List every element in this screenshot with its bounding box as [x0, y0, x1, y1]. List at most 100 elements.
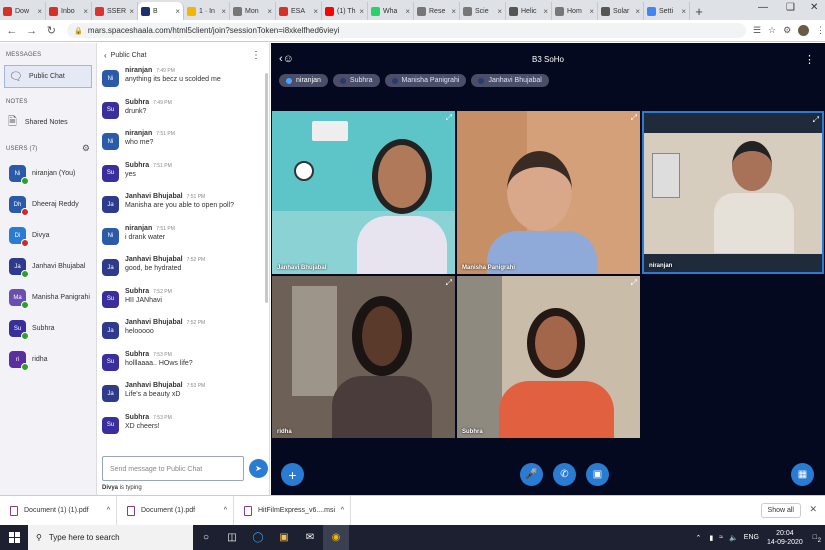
download-item[interactable]: Document (1) (1).pdf ^	[0, 495, 117, 526]
profile-avatar[interactable]	[798, 25, 809, 36]
chat-input[interactable]: Send message to Public Chat	[102, 456, 244, 481]
cortana-icon[interactable]: ○	[193, 525, 219, 550]
star-icon[interactable]: ☆	[768, 25, 776, 36]
browser-tab[interactable]: (1) Th ×	[322, 2, 368, 20]
download-item[interactable]: HitFilmExpress_v6....msi ^	[234, 495, 351, 526]
language-indicator[interactable]: ENG	[744, 534, 759, 541]
chevron-left-icon[interactable]: ‹	[104, 51, 107, 60]
tab-close-icon[interactable]: ×	[587, 7, 594, 16]
url-field[interactable]: 🔒 mars.spaceshaala.com/html5client/join?…	[67, 23, 746, 38]
video-tile[interactable]: ⤢ niranjan	[642, 111, 824, 274]
close-downloads-icon[interactable]: ✕	[809, 504, 817, 515]
screen-share-button[interactable]: ▦	[791, 463, 814, 486]
video-tile[interactable]: ⤢ ridha	[272, 276, 455, 438]
tray-expand-icon[interactable]: ⌃	[695, 534, 701, 542]
mail-icon[interactable]: ✉	[297, 525, 323, 550]
mute-button[interactable]: 🎤	[520, 463, 543, 486]
volume-icon[interactable]: 🔈	[729, 534, 738, 542]
talker-chip[interactable]: Manisha Panigrahi	[384, 74, 467, 87]
download-item[interactable]: Document (1).pdf ^	[117, 495, 234, 526]
fullscreen-icon[interactable]: ⤢	[631, 278, 637, 288]
video-tile[interactable]: ⤢ Manisha Panigrahi	[457, 111, 640, 274]
user-list-item[interactable]: Ja Janhavi Bhujabal	[0, 251, 96, 282]
user-list-item[interactable]: Di Divya	[0, 220, 96, 251]
tab-close-icon[interactable]: ×	[127, 7, 134, 16]
settings-gear-icon[interactable]: ⚙	[82, 143, 90, 154]
show-all-button[interactable]: Show all	[760, 503, 801, 518]
edge-icon[interactable]: ◯	[245, 525, 271, 550]
close-window-icon[interactable]: ✕	[810, 2, 818, 13]
user-list-item[interactable]: Ni niranjan (You)	[0, 158, 96, 189]
video-tile[interactable]: ⤢ Subhra	[457, 276, 640, 438]
browser-tab[interactable]: Helic ×	[506, 2, 552, 20]
chevron-up-icon[interactable]: ^	[341, 507, 344, 514]
tab-close-icon[interactable]: ×	[219, 7, 226, 16]
tab-close-icon[interactable]: ×	[495, 7, 502, 16]
tab-close-icon[interactable]: ×	[633, 7, 640, 16]
browser-tab[interactable]: Mon ×	[230, 2, 276, 20]
fullscreen-icon[interactable]: ⤢	[813, 115, 819, 125]
extension-icon[interactable]: ⚙	[783, 25, 791, 36]
actions-button[interactable]: +	[281, 463, 304, 486]
shared-notes-item[interactable]: 🗎 Shared Notes	[4, 111, 92, 134]
chrome-icon[interactable]: ◉	[323, 525, 349, 550]
chat-header[interactable]: ‹ Public Chat ⋮	[98, 43, 269, 67]
fullscreen-icon[interactable]: ⤢	[446, 113, 452, 123]
fullscreen-icon[interactable]: ⤢	[631, 113, 637, 123]
back-icon[interactable]: ←	[4, 25, 20, 37]
start-button[interactable]	[0, 525, 28, 550]
user-list-item[interactable]: Su Subhra	[0, 313, 96, 344]
minimize-icon[interactable]: —	[758, 2, 768, 13]
notification-icon[interactable]: □ 2	[813, 534, 821, 544]
user-list-item[interactable]: Ma Manisha Panigrahi	[0, 282, 96, 313]
tab-close-icon[interactable]: ×	[357, 7, 364, 16]
tab-close-icon[interactable]: ×	[265, 7, 272, 16]
tab-close-icon[interactable]: ×	[541, 7, 548, 16]
talker-chip[interactable]: niranjan	[279, 74, 328, 87]
clock[interactable]: 20:04 14-09-2020	[767, 529, 803, 547]
public-chat-item[interactable]: 🗨 Public Chat	[4, 65, 92, 88]
browser-menu-icon[interactable]: ⋮	[816, 25, 825, 36]
chevron-up-icon[interactable]: ^	[107, 507, 110, 514]
browser-tab[interactable]: Dow ×	[0, 2, 46, 20]
talker-chip[interactable]: Subhra	[332, 74, 380, 87]
tune-icon[interactable]: ☰	[753, 25, 761, 36]
leave-audio-button[interactable]: ✆	[553, 463, 576, 486]
tab-close-icon[interactable]: ×	[173, 7, 180, 16]
browser-tab[interactable]: Solar ×	[598, 2, 644, 20]
tab-close-icon[interactable]: ×	[403, 7, 410, 16]
browser-tab[interactable]: Inbo ×	[46, 2, 92, 20]
tab-close-icon[interactable]: ×	[81, 7, 88, 16]
reload-icon[interactable]: ↻	[43, 24, 59, 37]
user-list-item[interactable]: ri ridha	[0, 344, 96, 375]
chat-scrollbar[interactable]	[265, 73, 268, 303]
new-tab-button[interactable]: +	[690, 2, 708, 20]
forward-icon[interactable]: →	[24, 25, 40, 37]
options-menu-icon[interactable]: ⋮	[804, 53, 815, 66]
video-toggle-button[interactable]: ▣	[586, 463, 609, 486]
file-explorer-icon[interactable]: ▣	[271, 525, 297, 550]
tab-close-icon[interactable]: ×	[679, 7, 686, 16]
browser-tab[interactable]: Wha ×	[368, 2, 414, 20]
browser-tab[interactable]: SSER ×	[92, 2, 138, 20]
task-view-icon[interactable]: ◫	[219, 525, 245, 550]
browser-tab[interactable]: Scie ×	[460, 2, 506, 20]
browser-tab[interactable]: Rese ×	[414, 2, 460, 20]
browser-tab[interactable]: Setti ×	[644, 2, 690, 20]
browser-tab[interactable]: ESA ×	[276, 2, 322, 20]
send-button[interactable]: ➤	[249, 459, 268, 478]
tab-close-icon[interactable]: ×	[35, 7, 42, 16]
taskbar-search[interactable]: ⚲ Type here to search	[28, 525, 193, 550]
browser-tab[interactable]: 1 · In ×	[184, 2, 230, 20]
tab-close-icon[interactable]: ×	[311, 7, 318, 16]
talker-chip[interactable]: Janhavi Bhujabal	[471, 74, 549, 87]
browser-tab[interactable]: Hom ×	[552, 2, 598, 20]
chevron-up-icon[interactable]: ^	[224, 507, 227, 514]
tab-close-icon[interactable]: ×	[449, 7, 456, 16]
maximize-icon[interactable]: ❑	[786, 2, 795, 13]
video-tile[interactable]: ⤢ Janhavi Bhujabal	[272, 111, 455, 274]
battery-icon[interactable]: ▮	[709, 534, 713, 542]
wifi-icon[interactable]: ≈	[719, 534, 723, 541]
chat-options-icon[interactable]: ⋮	[251, 50, 261, 61]
browser-tab[interactable]: B ×	[138, 2, 184, 20]
